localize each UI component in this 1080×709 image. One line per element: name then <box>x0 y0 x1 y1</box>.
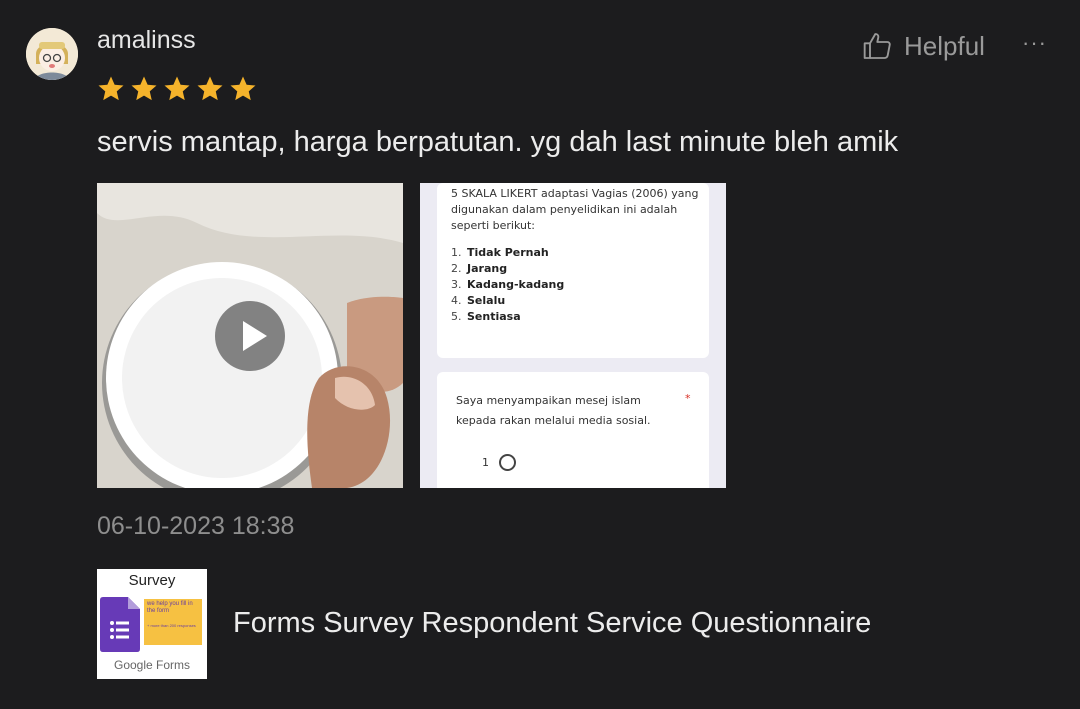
thumbs-up-icon <box>863 33 891 59</box>
google-forms-icon <box>100 597 140 652</box>
product-thumb-title: Survey <box>128 572 176 589</box>
review-image-thumbnail[interactable]: 5 SKALA LIKERT adaptasi Vagias (2006) ya… <box>420 183 726 488</box>
star-icon <box>197 76 223 101</box>
review-text: servis mantap, harga berpatutan. yg dah … <box>97 126 899 158</box>
helpful-button[interactable]: Helpful <box>862 30 985 62</box>
product-name-link[interactable]: Forms Survey Respondent Service Question… <box>233 607 871 640</box>
avatar[interactable] <box>26 28 78 80</box>
review-video-thumbnail[interactable] <box>97 183 403 488</box>
form-option: 1 <box>482 454 516 471</box>
rating-stars <box>96 74 258 104</box>
review-timestamp: 06-10-2023 18:38 <box>97 512 295 540</box>
required-mark: * <box>685 392 691 405</box>
star-icon <box>131 76 157 101</box>
radio-icon <box>499 454 516 471</box>
likert-scale-list: 1. Tidak Pernah 2. Jarang 3. Kadang-kadang … <box>451 245 564 325</box>
list-item: 1. Tidak Pernah <box>451 246 549 259</box>
helpful-label: Helpful <box>904 30 985 61</box>
product-thumb-tag: we help you fill in the form + more than… <box>144 599 202 645</box>
product-thumbnail[interactable]: Survey we help you fill in the form + mo… <box>97 569 207 679</box>
product-thumb-tag-line2: + more than 200 responses <box>147 623 196 628</box>
list-item: 5. Sentiasa <box>451 310 521 323</box>
product-thumb-tag-line1: we help you fill in the form <box>147 601 193 614</box>
product-thumb-brand: Google Forms <box>113 658 191 672</box>
play-icon[interactable] <box>215 301 285 371</box>
list-item: 4. Selalu <box>451 294 506 307</box>
more-icon[interactable]: ··· <box>1022 30 1047 56</box>
list-item: 3. Kadang-kadang <box>451 278 565 291</box>
option-label: 1 <box>482 456 489 469</box>
list-item: 2. Jarang <box>451 262 508 275</box>
star-icon <box>98 76 124 101</box>
star-icon <box>230 76 256 101</box>
form-question-text: Saya menyampaikan mesej islam kepada rak… <box>456 394 651 427</box>
form-question-card: Saya menyampaikan mesej islam kepada rak… <box>437 372 709 488</box>
username[interactable]: amalinss <box>97 26 196 55</box>
star-icon <box>164 76 190 101</box>
form-description-card: 5 SKALA LIKERT adaptasi Vagias (2006) ya… <box>437 183 709 358</box>
form-intro-text: 5 SKALA LIKERT adaptasi Vagias (2006) ya… <box>451 187 699 232</box>
